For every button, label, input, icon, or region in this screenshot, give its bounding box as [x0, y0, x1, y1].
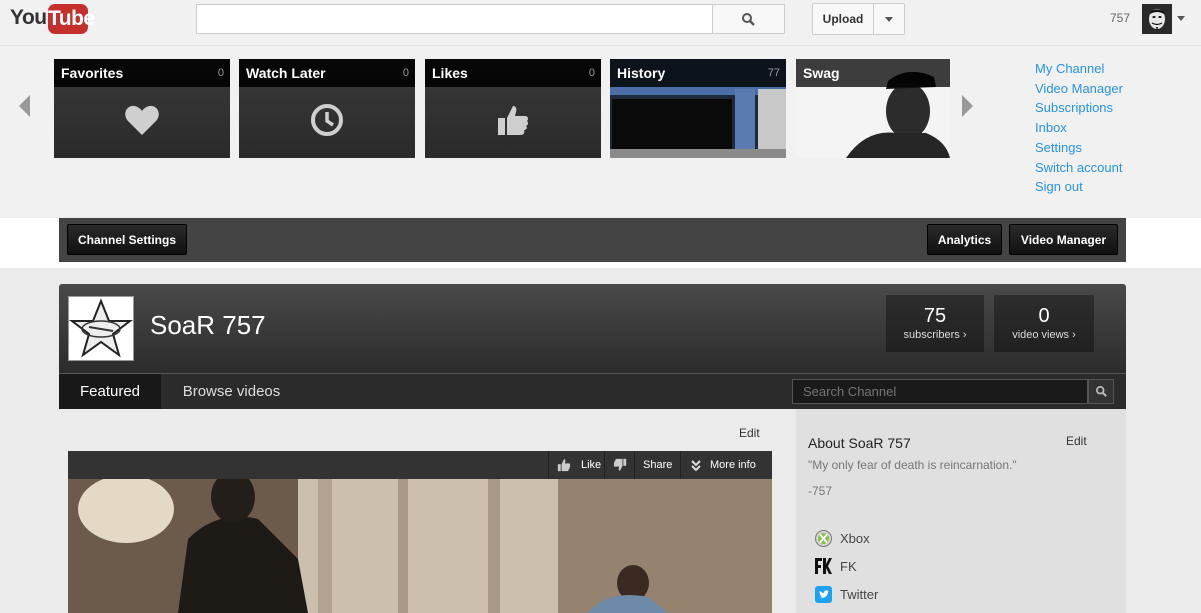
social-link-fk[interactable]: FK	[814, 557, 857, 575]
tile-swag[interactable]: Swag	[796, 59, 950, 158]
video-action-bar: Like Share More info	[68, 451, 772, 479]
thumbs-down-icon	[613, 458, 626, 471]
search-input[interactable]	[196, 4, 713, 34]
search-button[interactable]	[712, 4, 785, 34]
tile-title: Favorites	[61, 65, 124, 81]
tile-header: Swag	[796, 59, 950, 87]
tile-header: Favorites 0	[54, 59, 230, 87]
subscribers-count: 75	[923, 305, 947, 327]
tile-count: 77	[767, 67, 780, 79]
social-link-xbox[interactable]: Xbox	[814, 529, 870, 547]
thumbs-up-icon	[498, 106, 529, 136]
logo-tube-text: Tube	[48, 4, 95, 34]
tile-title: Watch Later	[246, 65, 326, 81]
fk-label: FK	[840, 558, 857, 574]
tile-title: Swag	[803, 65, 840, 81]
tab-featured[interactable]: Featured	[59, 374, 161, 409]
channel-search-button[interactable]	[1088, 379, 1114, 404]
share-button[interactable]: Share	[634, 451, 680, 479]
account-links: My Channel Video Manager Subscriptions I…	[1035, 59, 1123, 197]
xbox-icon	[814, 529, 832, 547]
tab-browse-videos[interactable]: Browse videos	[169, 374, 294, 409]
dislike-button[interactable]	[604, 451, 634, 479]
tile-header: Likes 0	[425, 59, 601, 87]
tile-likes[interactable]: Likes 0	[425, 59, 601, 158]
tile-count: 0	[588, 67, 595, 79]
tile-favorites[interactable]: Favorites 0	[54, 59, 230, 158]
tile-watch-later[interactable]: Watch Later 0	[239, 59, 415, 158]
link-switch-account[interactable]: Switch account	[1035, 158, 1123, 178]
search-icon	[742, 12, 755, 26]
youtube-logo[interactable]: You Tube	[10, 4, 95, 34]
link-subscriptions[interactable]: Subscriptions	[1035, 98, 1123, 118]
channel-owner-toolbar: Channel Settings Analytics Video Manager	[59, 218, 1126, 262]
featured-edit-link[interactable]: Edit	[739, 426, 760, 440]
logo-you-text: You	[10, 6, 47, 29]
video-views-label: video views ›	[1012, 329, 1076, 341]
twitter-label: Twitter	[840, 586, 879, 602]
heart-icon	[125, 106, 159, 136]
channel-avatar[interactable]	[68, 296, 134, 361]
tile-count: 0	[402, 67, 409, 79]
account-menu-chevron-icon[interactable]	[1177, 16, 1185, 21]
double-chevron-down-icon	[691, 459, 701, 471]
subscribers-label: subscribers ›	[903, 329, 967, 341]
tile-title: Likes	[432, 65, 468, 81]
video-frame	[68, 471, 772, 613]
thumbs-up-icon	[557, 459, 571, 472]
avatar[interactable]	[1142, 4, 1172, 34]
search-icon	[1095, 386, 1107, 397]
about-quote: "My only fear of death is reincarnation.…	[808, 458, 1017, 472]
video-views-count: 0	[1038, 305, 1050, 327]
channel-name: SoaR 757	[150, 310, 266, 340]
tile-count: 0	[217, 67, 224, 79]
upload-button[interactable]: Upload	[812, 3, 874, 35]
tile-title: History	[617, 65, 666, 81]
tile-history[interactable]: History 77	[610, 59, 786, 158]
fk-icon	[814, 557, 832, 575]
more-info-button[interactable]: More info	[680, 451, 772, 479]
link-my-channel[interactable]: My Channel	[1035, 59, 1123, 79]
chevron-down-icon	[885, 16, 893, 22]
shelf-next-arrow-icon[interactable]	[962, 95, 973, 117]
link-video-manager[interactable]: Video Manager	[1035, 79, 1123, 99]
xbox-label: Xbox	[840, 530, 870, 546]
video-views-stat[interactable]: 0 video views ›	[994, 295, 1094, 352]
channel-settings-button[interactable]: Channel Settings	[67, 224, 187, 255]
shelf-prev-arrow-icon[interactable]	[19, 95, 30, 117]
username[interactable]: 757	[1110, 11, 1130, 25]
channel-nav: Featured Browse videos	[59, 373, 1126, 409]
link-settings[interactable]: Settings	[1035, 138, 1123, 158]
twitter-icon	[814, 585, 832, 603]
analytics-button[interactable]: Analytics	[927, 224, 1002, 255]
more-info-label: More info	[710, 459, 756, 471]
featured-video-player[interactable]: Like Share More info	[68, 451, 772, 613]
masthead: You Tube Upload 757	[0, 0, 1201, 46]
about-edit-link[interactable]: Edit	[1066, 434, 1087, 448]
link-sign-out[interactable]: Sign out	[1035, 177, 1123, 197]
channel-search-input[interactable]	[792, 379, 1088, 404]
tile-header: History 77	[610, 59, 786, 87]
link-inbox[interactable]: Inbox	[1035, 118, 1123, 138]
like-button[interactable]: Like	[548, 451, 604, 479]
clock-icon	[311, 104, 343, 137]
upload-menu-button[interactable]	[873, 3, 905, 35]
about-signature: -757	[808, 484, 833, 498]
avatar-mask-icon	[1142, 4, 1172, 34]
star-emblem-icon	[69, 297, 133, 360]
tile-header: Watch Later 0	[239, 59, 415, 87]
subscribers-stat[interactable]: 75 subscribers ›	[886, 295, 984, 352]
channel-header: SoaR 757 75 subscribers › 0 video views …	[59, 284, 1126, 373]
social-link-twitter[interactable]: Twitter	[814, 585, 878, 603]
video-manager-button[interactable]: Video Manager	[1009, 224, 1118, 255]
like-label: Like	[581, 459, 602, 471]
video-still	[68, 471, 772, 613]
guide-shelf: Favorites 0 Watch Later 0 Likes 0 Histor…	[0, 46, 1201, 217]
about-title: About SoaR 757	[808, 435, 911, 451]
